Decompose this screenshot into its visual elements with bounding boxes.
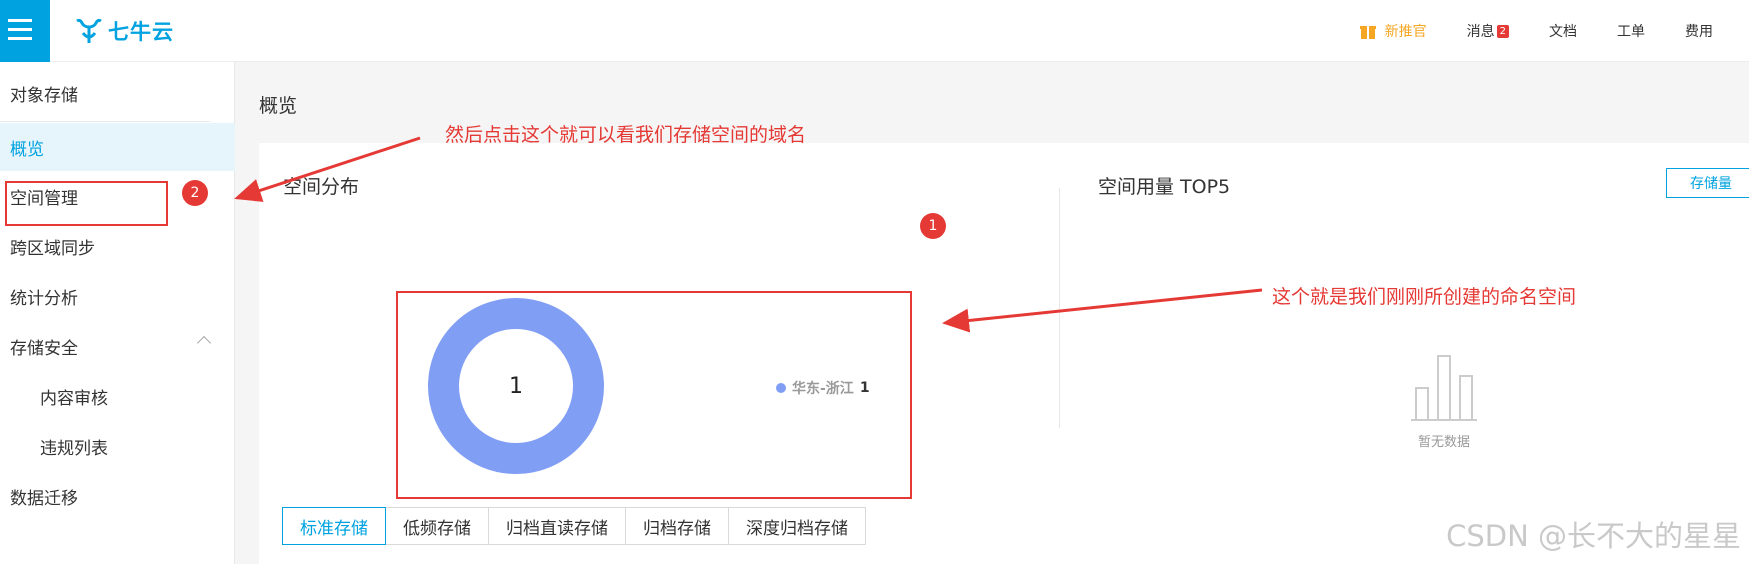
sidebar-item-violation-list[interactable]: 违规列表 (0, 422, 235, 470)
annotation-domain-note: 然后点击这个就可以看我们存储空间的域名 (445, 124, 807, 146)
step-2-badge: 2 (182, 180, 208, 206)
nav-promo[interactable]: 新推官 (1359, 21, 1427, 41)
chevron-up-icon (196, 335, 212, 351)
sidebar-title: 对象存储 (10, 86, 78, 106)
overview-card: 空间分布 空间用量 TOP5 存储量 1 华东-浙江 1 暂无数据 标准存储 低… (259, 143, 1749, 564)
empty-state: 暂无数据 (1399, 353, 1489, 450)
tab-standard[interactable]: 标准存储 (282, 507, 386, 545)
annotation-namespace-note: 这个就是我们刚刚所创建的命名空间 (1272, 286, 1577, 308)
bucket-management-highlight-box (5, 181, 168, 226)
sidebar-item-cross-region-sync[interactable]: 跨区域同步 (0, 222, 235, 270)
nav-messages-label: 消息 (1466, 24, 1495, 40)
tab-archive-ir[interactable]: 归档直读存储 (488, 507, 626, 545)
empty-state-text: 暂无数据 (1417, 435, 1470, 450)
step-1-badge: 1 (920, 213, 946, 239)
tab-deep-archive[interactable]: 深度归档存储 (728, 507, 866, 545)
sidebar-item-overview[interactable]: 概览 (0, 123, 235, 171)
nav-billing[interactable]: 费用 (1685, 21, 1713, 41)
top-bar: 七牛云 新推官 消息 2 文档 工单 费用 (0, 0, 1749, 62)
legend-dot-icon (776, 383, 786, 393)
sidebar-divider (0, 121, 210, 122)
sidebar-item-data-migration[interactable]: 数据迁移 (0, 472, 235, 520)
nav-messages[interactable]: 消息 2 (1467, 21, 1509, 41)
page-title: 概览 (259, 95, 298, 117)
tab-archive[interactable]: 归档存储 (625, 507, 729, 545)
storage-metric-button[interactable]: 存储量 (1666, 168, 1749, 198)
gift-icon (1359, 26, 1376, 39)
sidebar: 对象存储 概览 空间管理 跨区域同步 统计分析 存储安全 内容审核 违规列表 数… (0, 62, 235, 564)
empty-chart-icon (1411, 353, 1477, 421)
logo-text: 七牛云 (108, 20, 174, 44)
distribution-highlight-box: 1 华东-浙江 1 (396, 291, 912, 499)
tab-infrequent[interactable]: 低频存储 (385, 507, 489, 545)
legend-region-value: 1 (859, 380, 870, 396)
distribution-donut-chart: 1 (428, 298, 604, 474)
sidebar-item-label: 存储安全 (10, 338, 78, 359)
watermark: CSDN @长不大的星星 (1446, 519, 1741, 553)
messages-count-badge: 2 (1496, 24, 1509, 38)
nav-docs[interactable]: 文档 (1549, 21, 1577, 41)
storage-class-tabs: 标准存储 低频存储 归档直读存储 归档存储 深度归档存储 (282, 507, 866, 545)
sidebar-item-storage-security[interactable]: 存储安全 (0, 322, 235, 370)
legend-region-name: 华东-浙江 (792, 381, 854, 397)
section-divider (1059, 188, 1060, 428)
sidebar-item-content-review[interactable]: 内容审核 (0, 372, 235, 420)
qiniu-logo-icon (76, 18, 102, 43)
top5-title: 空间用量 TOP5 (1098, 176, 1231, 198)
nav-promo-label: 新推官 (1384, 24, 1427, 40)
distribution-title: 空间分布 (283, 176, 360, 198)
donut-center-value: 1 (509, 373, 523, 399)
logo[interactable]: 七牛云 (74, 14, 174, 48)
chart-legend[interactable]: 华东-浙江 1 (776, 378, 870, 398)
top-nav: 新推官 消息 2 文档 工单 费用 (1319, 0, 1713, 62)
nav-tickets[interactable]: 工单 (1617, 21, 1645, 41)
menu-icon[interactable] (0, 0, 50, 62)
sidebar-item-statistics[interactable]: 统计分析 (0, 272, 235, 320)
